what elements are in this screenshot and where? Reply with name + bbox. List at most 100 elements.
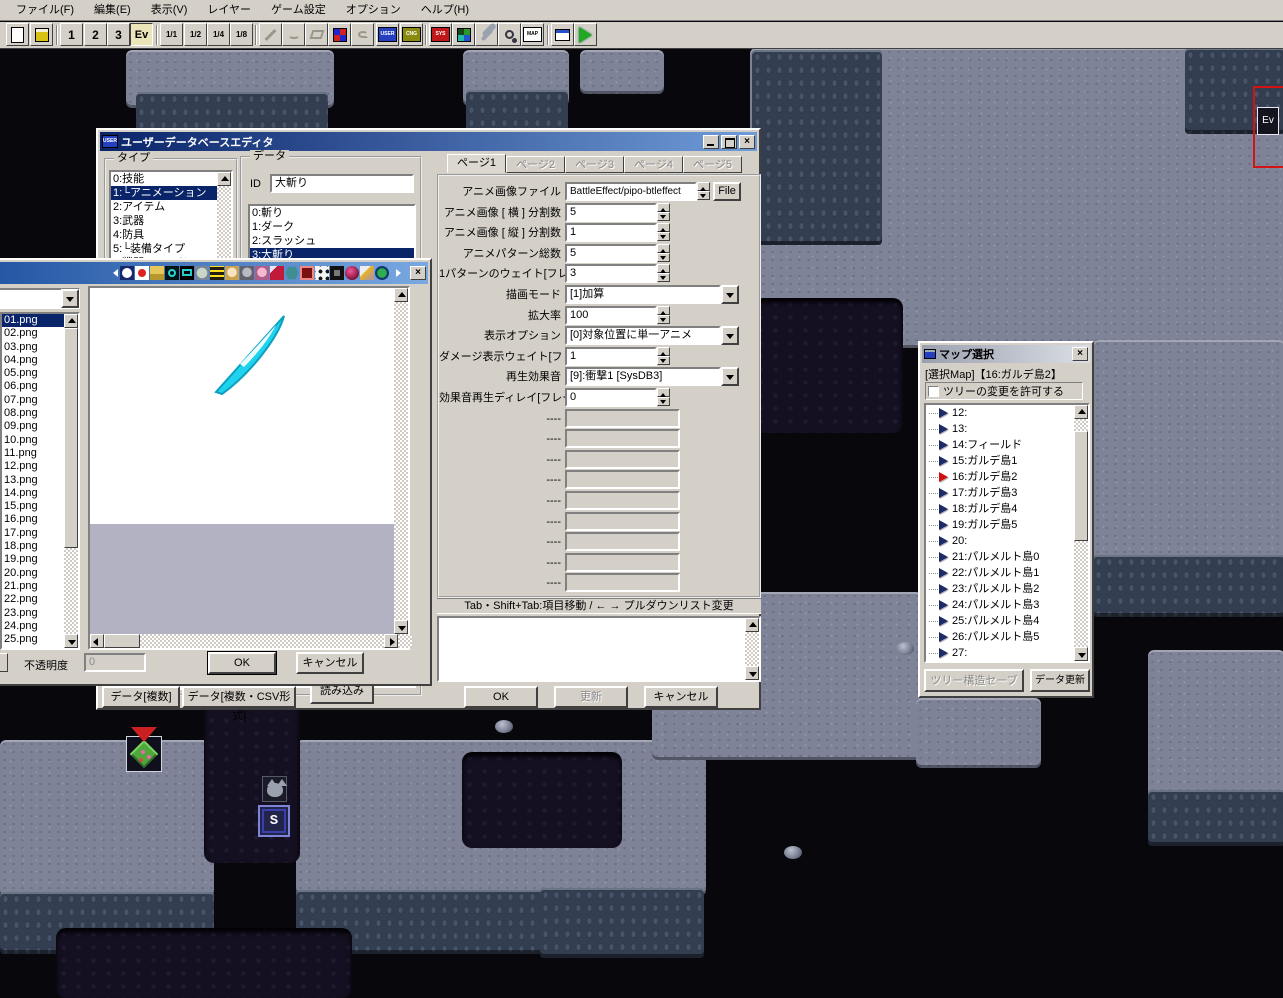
rect-select-button[interactable] (305, 23, 328, 46)
map-tree-item[interactable]: 19:ガルデ島5 (926, 517, 1074, 533)
menu-item[interactable]: 編集(E) (84, 0, 141, 20)
file-item[interactable]: 19.png (2, 553, 64, 566)
image-preview[interactable] (88, 286, 412, 650)
db-ok-button[interactable]: OK (464, 686, 538, 708)
undo-button[interactable] (351, 23, 374, 46)
field-value-input[interactable]: 0 (565, 387, 657, 407)
dropdown-arrow[interactable] (721, 284, 739, 304)
curve-tool-button[interactable] (282, 23, 305, 46)
data-list-item[interactable]: 0:斬り (250, 206, 414, 220)
file-item[interactable]: 11.png (2, 447, 64, 460)
maximize-button[interactable] (721, 134, 737, 149)
computer-icon[interactable] (180, 266, 194, 280)
combo-arrow[interactable] (61, 289, 79, 308)
file-item[interactable]: 22.png (2, 593, 64, 606)
menu-item[interactable]: ファイル(F) (6, 0, 84, 20)
field-value-input[interactable]: 100 (565, 305, 657, 325)
layer2-button[interactable]: 2 (84, 23, 107, 46)
map-tree-item[interactable]: 18:ガルデ島4 (926, 501, 1074, 517)
page-tab[interactable]: ページ2 (506, 156, 565, 173)
menu-item[interactable]: 表示(V) (141, 0, 198, 20)
file-item[interactable]: 07.png (2, 394, 64, 407)
field-dropdown[interactable]: [9]:衝撃1 [SysDB3] (565, 367, 721, 387)
spinner[interactable] (657, 346, 670, 365)
pink-face-icon[interactable] (255, 266, 269, 280)
layer1-button[interactable]: 1 (60, 23, 83, 46)
zoom-1-1-button[interactable]: 1/1 (160, 23, 183, 46)
file-item[interactable]: 15.png (2, 500, 64, 513)
file-item[interactable]: 01.png (2, 314, 64, 328)
minimize-button[interactable] (703, 134, 719, 149)
map-tree-item[interactable]: 20: (926, 533, 1074, 549)
page-tab[interactable]: ページ4 (624, 156, 683, 173)
map-tree[interactable]: 12: 13: 14:フィールド 15:ガルデ島1 16:ガルデ島2 17:ガル… (924, 403, 1090, 663)
dropdown-arrow[interactable] (721, 367, 739, 387)
white-circle-icon[interactable] (120, 266, 134, 280)
settings-wrench-button[interactable] (475, 23, 498, 46)
user-db-button[interactable]: USER (376, 23, 399, 46)
map-tree-item[interactable]: 25:パルメルト島4 (926, 613, 1074, 629)
event-search-button[interactable] (498, 23, 521, 46)
map-tree-item[interactable]: 16:ガルデ島2 (926, 469, 1074, 485)
file-item[interactable]: 12.png (2, 460, 64, 473)
picker-ok-button[interactable]: OK (207, 651, 277, 675)
chevron-right-icon[interactable] (390, 266, 404, 280)
map-tree-item[interactable]: 17:ガルデ島3 (926, 485, 1074, 501)
file-picker-titlebar[interactable]: × (0, 262, 428, 284)
chevron-left-icon[interactable] (105, 266, 119, 280)
folder-icon[interactable] (150, 266, 164, 280)
tree-save-button[interactable]: ツリー構造セーブ (924, 669, 1024, 692)
zoom-1-2-button[interactable]: 1/2 (184, 23, 207, 46)
map-tree-item[interactable]: 26:パルメルト島5 (926, 629, 1074, 645)
map-select-titlebar[interactable]: マップ選択 × (922, 345, 1090, 363)
map-tree-item[interactable]: 13: (926, 421, 1074, 437)
file-list-scrollbar[interactable] (64, 314, 78, 648)
save-button[interactable] (30, 23, 53, 46)
map-tree-item[interactable]: 21:パルメルト島0 (926, 549, 1074, 565)
dud-icon[interactable] (300, 266, 314, 280)
file-button[interactable]: File (713, 182, 742, 201)
field-dropdown[interactable]: [0]対象位置に単一アニメ (565, 326, 721, 346)
file-item[interactable]: 17.png (2, 527, 64, 540)
record-dot-icon[interactable] (135, 266, 149, 280)
red-banner-icon[interactable] (270, 266, 284, 280)
test-play-button[interactable] (574, 23, 597, 46)
map-tree-item[interactable]: 14:フィールド (926, 437, 1074, 453)
new-file-button[interactable] (6, 23, 29, 46)
zoom-1-4-button[interactable]: 1/4 (207, 23, 230, 46)
map-tree-item[interactable]: 27: (926, 645, 1074, 661)
globe-icon[interactable] (195, 266, 209, 280)
map-tree-scrollbar[interactable] (1074, 405, 1088, 661)
menu-item[interactable]: ヘルプ(H) (411, 0, 479, 20)
gray-face-icon[interactable] (240, 266, 254, 280)
db-cancel-button[interactable]: キャンセル (644, 686, 718, 708)
zoom-1-8-button[interactable]: 1/8 (230, 23, 253, 46)
spinner[interactable] (657, 305, 670, 324)
spinner[interactable] (657, 223, 670, 242)
map-ev-cell[interactable]: Ev (1257, 107, 1279, 135)
menu-item[interactable]: オプション (336, 0, 411, 20)
db-editor-titlebar[interactable]: USER ユーザーデータベースエディタ × (100, 132, 757, 151)
data-list-item[interactable]: 2:スラッシュ (250, 234, 414, 248)
earth-icon[interactable] (375, 266, 389, 280)
save-point-event[interactable]: S (258, 805, 290, 837)
file-item[interactable]: 02.png (2, 327, 64, 340)
page-tab[interactable]: ページ1 (447, 154, 506, 173)
layer3-button[interactable]: 3 (107, 23, 130, 46)
data-list-item[interactable]: 1:ダーク (250, 220, 414, 234)
type-list-item[interactable]: 3:武器 (111, 214, 217, 228)
picker-close-button[interactable]: × (410, 266, 426, 280)
spinner[interactable] (657, 202, 670, 221)
file-item[interactable]: 23.png (2, 607, 64, 620)
system-db-button[interactable]: SYS (429, 23, 452, 46)
spinner[interactable] (657, 264, 670, 283)
pen-tool-button[interactable] (259, 23, 282, 46)
file-item[interactable]: 24.png (2, 620, 64, 633)
event-layer-button[interactable]: Ev (130, 23, 153, 46)
type-list-item[interactable]: 5:└装備タイプ (111, 242, 217, 256)
dice-dots-icon[interactable] (315, 266, 329, 280)
field-value-input[interactable]: 3 (565, 264, 657, 284)
file-item[interactable]: 25.png (2, 633, 64, 646)
file-item[interactable]: 08.png (2, 407, 64, 420)
file-item[interactable]: 13.png (2, 474, 64, 487)
